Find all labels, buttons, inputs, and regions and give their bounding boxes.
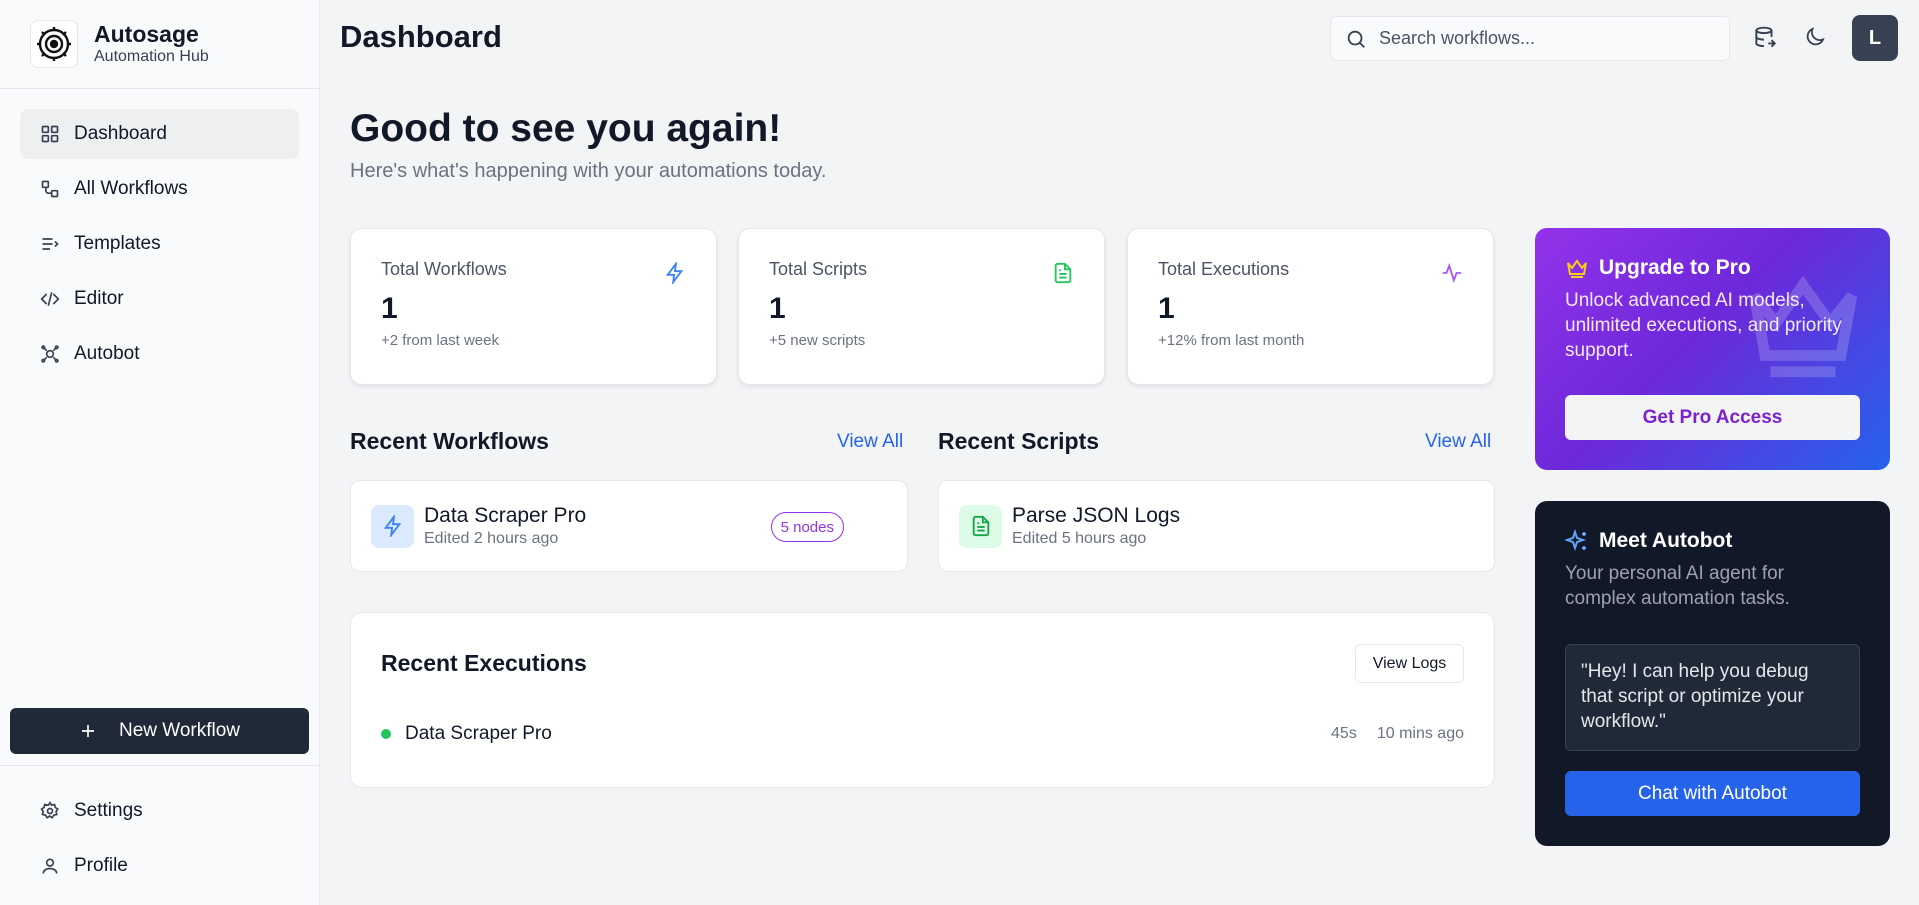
stat-card-scripts: Total Scripts 1 +5 new scripts [738,228,1105,385]
pro-title: Upgrade to Pro [1599,256,1751,279]
search-box[interactable] [1330,16,1730,61]
brand-name: Autosage [94,21,199,47]
code-icon [40,292,60,306]
sidebar-bottom: Settings Profile [0,765,319,896]
top-header: Dashboard L [321,0,1919,75]
stat-value: 1 [381,292,398,325]
recent-executions-title: Recent Executions [381,650,587,676]
sidebar: Autosage Automation Hub Dashboard All Wo… [0,0,320,905]
workflow-item-text: Data Scraper Pro Edited 2 hours ago [424,504,586,548]
chat-with-autobot-button[interactable]: Chat with Autobot [1565,771,1860,816]
moon-icon[interactable] [1803,25,1829,51]
script-name: Parse JSON Logs [1012,504,1181,527]
sidebar-item-all-workflows[interactable]: All Workflows [20,164,299,214]
script-item-text: Parse JSON Logs Edited 5 hours ago [1012,504,1180,548]
nodes-badge: 5 nodes [770,512,844,542]
pro-text: Unlock advanced AI models, unlimited exe… [1565,290,1842,361]
user-icon [42,858,58,874]
file-icon [959,504,1002,548]
stat-note: +2 from last week [381,332,499,349]
stat-card-executions: Total Executions 1 +12% from last month [1127,228,1494,385]
new-workflow-button[interactable]: New Workflow [10,708,309,754]
sidebar-item-label: Settings [74,800,143,821]
welcome-title: Good to see you again! [350,107,782,150]
file-icon [1054,262,1072,284]
stat-note: +12% from last month [1158,332,1305,349]
workflow-list-item[interactable]: Data Scraper Pro Edited 2 hours ago 5 no… [350,480,908,572]
sidebar-item-settings[interactable]: Settings [20,786,299,836]
sidebar-item-templates[interactable]: Templates [20,219,299,269]
execution-row[interactable]: Data Scraper Pro 45s 10 mins ago [381,719,1464,749]
search-icon [1347,30,1365,48]
sidebar-item-label: Templates [74,233,161,254]
autobot-text: Your personal AI agent for complex autom… [1565,563,1790,609]
execution-duration: 45s [1331,725,1357,742]
gear-icon [40,801,59,819]
avatar[interactable]: L [1852,15,1898,61]
get-pro-access-button[interactable]: Get Pro Access [1565,395,1860,440]
view-logs-button[interactable]: View Logs [1355,644,1464,683]
stat-card-workflows: Total Workflows 1 +2 from last week [350,228,717,385]
stat-value: 1 [1158,292,1175,325]
brand-subtitle: Automation Hub [94,48,209,65]
recent-executions-card: Recent Executions View Logs Data Scraper… [350,612,1495,788]
workflow-name: Data Scraper Pro [424,504,587,527]
workflow-edited: Edited 2 hours ago [424,530,559,547]
plus-icon [81,725,94,737]
execution-name: Data Scraper Pro [405,723,552,744]
sidebar-item-label: Editor [74,288,124,309]
meet-autobot-card: Meet Autobot Your personal AI agent for … [1535,501,1890,846]
stat-note: +5 new scripts [769,332,866,349]
sidebar-item-editor[interactable]: Editor [20,274,299,324]
list-icon [42,238,59,250]
recent-scripts-title: Recent Scripts [938,428,1100,454]
recent-scripts-view-all-link[interactable]: View All [1425,431,1491,453]
autobot-quote: "Hey! I can help you debug that script o… [1565,644,1860,751]
script-list-item[interactable]: Parse JSON Logs Edited 5 hours ago [938,480,1495,572]
bolt-icon [665,262,684,284]
sidebar-item-label: Dashboard [74,123,167,144]
activity-icon [1442,262,1462,284]
sidebar-item-dashboard[interactable]: Dashboard [20,109,299,159]
welcome-subtitle: Here's what's happening with your automa… [350,160,827,182]
new-workflow-label: New Workflow [118,720,241,741]
autobot-title: Meet Autobot [1599,529,1733,552]
page-title: Dashboard [340,19,502,54]
bot-icon [41,345,59,363]
sidebar-nav: Dashboard All Workflows Templates Editor… [0,89,319,379]
script-edited: Edited 5 hours ago [1012,530,1147,547]
brand: Autosage Automation Hub [0,0,319,89]
sidebar-item-profile[interactable]: Profile [20,841,299,891]
database-sync-icon[interactable] [1752,25,1778,51]
upgrade-pro-card: Upgrade to Pro Unlock advanced AI models… [1535,228,1890,470]
crown-icon [1567,259,1587,278]
grid-icon [41,125,59,143]
status-dot [381,729,391,739]
stat-label: Total Executions [1158,259,1290,279]
execution-time: 10 mins ago [1376,725,1464,742]
sidebar-item-label: All Workflows [74,178,188,199]
brand-text: Autosage Automation Hub [94,21,209,67]
search-input[interactable] [1379,28,1709,49]
autobot-header: Meet Autobot [1565,529,1860,553]
stat-label: Total Scripts [769,259,868,279]
sidebar-item-label: Profile [74,855,128,876]
stat-label: Total Workflows [381,259,507,279]
sparkles-icon [1565,529,1587,552]
sidebar-item-autobot[interactable]: Autobot [20,329,299,379]
autosage-logo-icon[interactable] [30,20,78,68]
sidebar-item-label: Autobot [74,343,140,364]
recent-workflows-title: Recent Workflows [350,428,549,454]
recent-workflows-view-all-link[interactable]: View All [837,431,903,453]
stat-value: 1 [769,292,786,325]
bolt-icon [371,504,414,548]
workflow-icon [41,180,59,198]
